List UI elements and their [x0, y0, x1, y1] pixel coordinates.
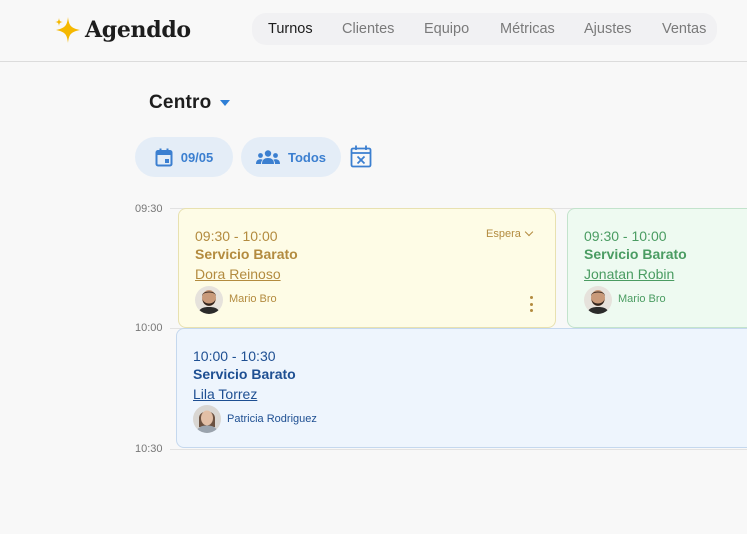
main-nav: Turnos Clientes Equipo Métricas Ajustes …: [252, 13, 717, 45]
appointment-time: 09:30 - 10:00: [584, 228, 667, 244]
staff-avatar: [584, 286, 612, 314]
appointment-service: Servicio Barato: [193, 366, 296, 382]
appointment-service: Servicio Barato: [195, 246, 298, 262]
tab-metricas[interactable]: Métricas: [500, 21, 555, 37]
status-dropdown[interactable]: Espera: [486, 227, 534, 240]
appointment-card[interactable]: 10:00 - 10:30 Servicio Barato Lila Torre…: [176, 328, 747, 448]
tab-equipo[interactable]: Equipo: [424, 21, 469, 37]
appointment-time: 10:00 - 10:30: [193, 348, 276, 364]
staff-name: Mario Bro: [618, 293, 666, 305]
appointment-service: Servicio Barato: [584, 246, 687, 262]
appointment-client-link[interactable]: Lila Torrez: [193, 386, 257, 402]
staff-avatar: [193, 405, 221, 433]
calendar-clear-icon[interactable]: [350, 145, 372, 168]
staff-name: Mario Bro: [229, 293, 277, 305]
staff-filter-button[interactable]: Todos: [241, 137, 341, 177]
appointment-client-link[interactable]: Jonatan Robin: [584, 266, 674, 282]
tab-ventas[interactable]: Ventas: [662, 21, 706, 37]
location-selector[interactable]: Centro: [149, 92, 231, 114]
tab-clientes[interactable]: Clientes: [342, 21, 394, 37]
appointment-card[interactable]: 09:30 - 10:00 Servicio Barato Jonatan Ro…: [567, 208, 747, 328]
tab-turnos[interactable]: Turnos: [268, 21, 313, 37]
caret-down-icon: [220, 100, 231, 106]
app-name: Agenddo: [85, 17, 191, 43]
appointment-client-link[interactable]: Dora Reinoso: [195, 266, 281, 282]
location-name: Centro: [149, 92, 212, 113]
time-slot-label: 10:30: [135, 443, 163, 455]
time-slot-label: 10:00: [135, 322, 163, 334]
more-options-icon[interactable]: [529, 296, 533, 312]
date-filter-label: 09/05: [180, 149, 214, 165]
date-filter-button[interactable]: 09/05: [135, 137, 233, 177]
staff-name: Patricia Rodriguez: [227, 413, 317, 425]
time-slot-label: 09:30: [135, 203, 163, 215]
staff-filter-label: Todos: [287, 149, 327, 165]
time-slot-line: [170, 449, 747, 450]
tab-ajustes[interactable]: Ajustes: [584, 21, 632, 37]
status-label: Espera: [486, 228, 521, 240]
chevron-down-icon: [524, 227, 534, 237]
sparkle-icon: [55, 17, 80, 43]
top-header: Agenddo Turnos Clientes Equipo Métricas …: [0, 0, 747, 62]
app-logo[interactable]: Agenddo: [54, 14, 191, 46]
people-icon: [255, 150, 280, 164]
appointment-card[interactable]: 09:30 - 10:00 Servicio Barato Dora Reino…: [178, 208, 556, 328]
calendar-icon: [155, 148, 173, 166]
staff-avatar: [195, 286, 223, 314]
appointment-time: 09:30 - 10:00: [195, 228, 278, 244]
